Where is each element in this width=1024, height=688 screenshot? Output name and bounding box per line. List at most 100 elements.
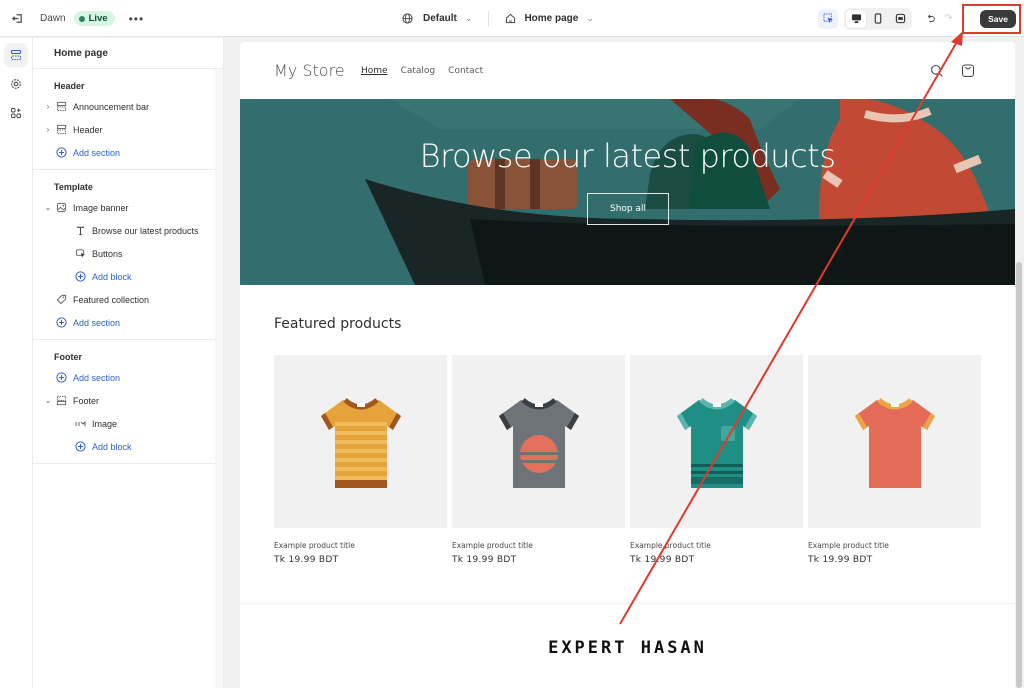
- nav-contact[interactable]: Contact: [448, 66, 483, 76]
- sections-sidebar: Home page Header › Announcement bar › Header…: [33, 38, 224, 688]
- store-preview: My Store Home Catalog Contact Browse our…: [240, 42, 1015, 688]
- product-title[interactable]: Example product title: [274, 541, 447, 550]
- plus-circle-icon: [55, 317, 67, 329]
- product-image[interactable]: [808, 355, 981, 528]
- add-section-button[interactable]: Add section: [33, 366, 223, 389]
- tshirt-icon: [498, 397, 579, 488]
- sidebar-title: Home page: [33, 38, 223, 69]
- shop-all-button[interactable]: Shop all: [587, 193, 669, 225]
- fullscreen-view-button[interactable]: [890, 10, 910, 28]
- sidebar-item-image[interactable]: Image: [33, 412, 223, 435]
- cart-icon[interactable]: [961, 63, 975, 78]
- product-card[interactable]: Example product title Tk 19.99 BDT: [274, 355, 447, 565]
- store-logo[interactable]: My Store: [274, 61, 345, 80]
- plus-circle-icon: [74, 271, 86, 283]
- image-block-icon: [74, 418, 86, 430]
- page-selector[interactable]: Home page ⌄: [505, 13, 594, 24]
- product-image[interactable]: [630, 355, 803, 528]
- preview-canvas: My Store Home Catalog Contact Browse our…: [235, 38, 1024, 688]
- chevron-right-icon[interactable]: ›: [43, 102, 53, 111]
- theme-selector[interactable]: Default ⌄: [402, 13, 472, 24]
- sections-icon: [10, 49, 22, 61]
- rail-settings-button[interactable]: [4, 72, 28, 96]
- chevron-down-icon: ⌄: [586, 13, 594, 23]
- nav-catalog[interactable]: Catalog: [401, 66, 436, 76]
- save-button[interactable]: Save: [980, 9, 1016, 28]
- apps-icon: [10, 107, 22, 119]
- section-icon: [55, 124, 67, 136]
- redo-icon: ↷: [944, 13, 953, 24]
- footer-icon: [55, 395, 67, 407]
- button-icon: [74, 248, 86, 260]
- image-icon: [55, 202, 67, 214]
- plus-circle-icon: [55, 372, 67, 384]
- product-title[interactable]: Example product title: [452, 541, 625, 550]
- exit-icon[interactable]: [10, 12, 24, 26]
- sidebar-item-label: Featured collection: [73, 294, 150, 305]
- product-card[interactable]: Example product title Tk 19.99 BDT: [452, 355, 625, 565]
- watermark-text: EXPERT HASAN: [548, 638, 707, 658]
- add-block-button[interactable]: Add block: [33, 265, 223, 288]
- save-highlight-box: Save: [962, 3, 1021, 34]
- tshirt-icon: [320, 397, 401, 488]
- desktop-view-button[interactable]: [846, 9, 867, 28]
- sidebar-scrollbar[interactable]: [215, 69, 223, 688]
- sidebar-item-label: Add block: [92, 271, 132, 282]
- sidebar-group-footer: Footer Add section ⌄ Footer Image Add block: [33, 340, 223, 464]
- sidebar-group-title: Template: [54, 182, 93, 192]
- sidebar-item-buttons[interactable]: Buttons: [33, 242, 223, 265]
- sidebar-item-label: Header: [73, 124, 103, 135]
- theme-name: Dawn: [40, 13, 66, 24]
- nav-home[interactable]: Home: [361, 66, 388, 76]
- product-card[interactable]: Example product title Tk 19.99 BDT: [630, 355, 803, 565]
- sidebar-item-announcement-bar[interactable]: › Announcement bar: [33, 95, 223, 118]
- product-price: Tk 19.99 BDT: [274, 555, 339, 565]
- sidebar-item-label: Add section: [73, 317, 121, 328]
- search-icon[interactable]: [930, 64, 944, 78]
- chevron-down-icon[interactable]: ⌄: [43, 396, 53, 405]
- store-header: My Store Home Catalog Contact: [240, 42, 1015, 99]
- mobile-view-button[interactable]: [868, 10, 888, 28]
- rail-sections-button[interactable]: [4, 43, 28, 67]
- add-section-button[interactable]: Add section: [33, 311, 223, 334]
- product-price: Tk 19.99 BDT: [808, 555, 873, 565]
- sidebar-item-label: Footer: [73, 395, 100, 406]
- sidebar-item-label: Buttons: [92, 248, 123, 259]
- sidebar-item-header[interactable]: › Header: [33, 118, 223, 141]
- globe-icon: [402, 13, 413, 24]
- banner-heading: Browse our latest products: [419, 137, 836, 175]
- product-title[interactable]: Example product title: [808, 541, 981, 550]
- product-image[interactable]: [274, 355, 447, 528]
- product-image[interactable]: [452, 355, 625, 528]
- sidebar-item-label: Add block: [92, 441, 132, 452]
- sidebar-group-header: Header › Announcement bar › Header Add sectio…: [33, 69, 223, 170]
- redo-button[interactable]: ↷: [944, 10, 958, 28]
- preview-scrollbar[interactable]: [1016, 262, 1022, 688]
- store-nav: Home Catalog Contact: [361, 66, 483, 76]
- sidebar-item-image-banner[interactable]: ⌄ Image banner: [33, 196, 223, 219]
- inspector-toggle[interactable]: [818, 8, 839, 29]
- tshirt-icon: [676, 397, 757, 488]
- rail-apps-button[interactable]: [4, 101, 28, 125]
- product-grid: Example product title Tk 19.99 BDT Exampl…: [274, 355, 981, 565]
- product-title[interactable]: Example product title: [630, 541, 803, 550]
- settings-icon: [10, 78, 22, 90]
- chevron-right-icon[interactable]: ›: [43, 125, 53, 134]
- sidebar-item-label: Add section: [73, 147, 121, 158]
- chevron-down-icon[interactable]: ⌄: [43, 203, 53, 212]
- sidebar-item-label: Image: [92, 418, 118, 429]
- sidebar-group-title: Footer: [54, 352, 82, 362]
- sidebar-item-browse-our-latest-products[interactable]: Browse our latest products: [33, 219, 223, 242]
- live-label: Live: [88, 13, 108, 24]
- undo-button[interactable]: [922, 10, 940, 28]
- add-section-button[interactable]: Add section: [33, 141, 223, 164]
- editor-topbar: Dawn Live ••• Default ⌄ Home page ⌄ ↷ Sa…: [0, 0, 1024, 37]
- sidebar-item-footer[interactable]: ⌄ Footer: [33, 389, 223, 412]
- sidebar-item-featured-collection[interactable]: Featured collection: [33, 288, 223, 311]
- sidebar-group-title: Header: [54, 81, 85, 91]
- mobile-view-icon: [873, 13, 883, 24]
- product-card[interactable]: Example product title Tk 19.99 BDT: [808, 355, 981, 565]
- add-block-button[interactable]: Add block: [33, 435, 223, 458]
- editor-rail: [0, 38, 33, 688]
- more-actions-button[interactable]: •••: [129, 12, 145, 26]
